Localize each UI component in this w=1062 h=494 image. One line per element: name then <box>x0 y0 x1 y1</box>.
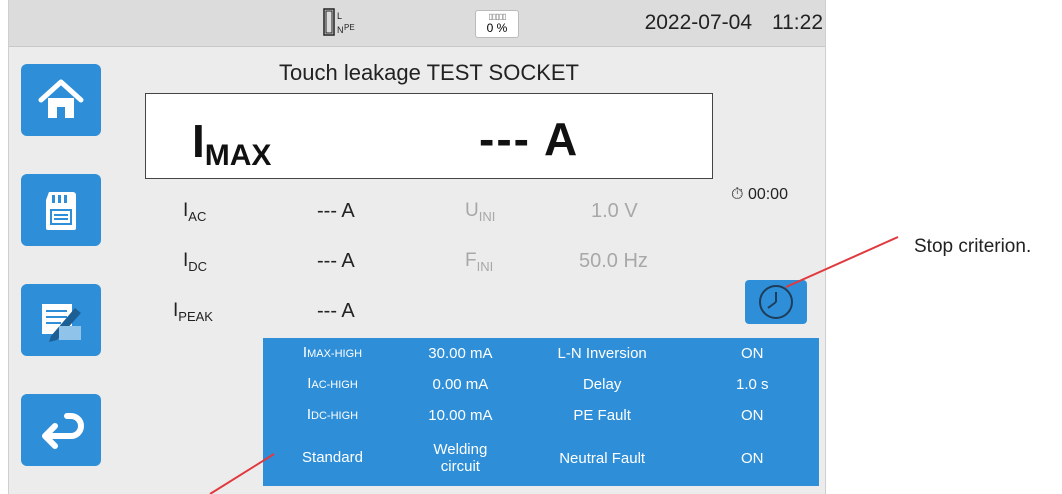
callout-lines <box>209 236 899 494</box>
stop-criterion-callout: Stop criterion. <box>914 236 1032 257</box>
